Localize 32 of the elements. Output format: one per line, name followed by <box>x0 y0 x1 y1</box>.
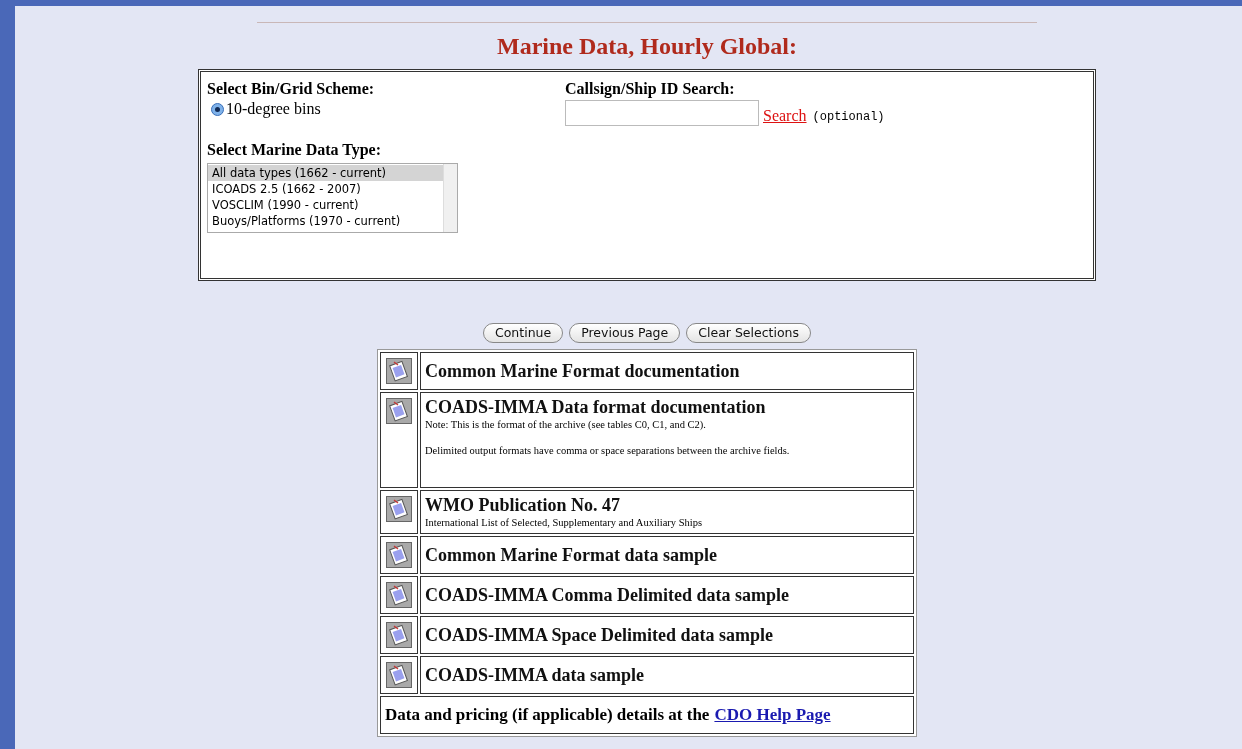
scrollbar-track[interactable] <box>443 164 457 232</box>
section-heading: Select Bin/Grid Scheme: <box>207 80 376 98</box>
document-note: Note: This is the format of the archive (see tables C0, C1, and C2). <box>425 418 707 431</box>
document-note: Delimited output formats have comma or space separations between the archive fields. <box>425 444 791 457</box>
section-heading: Callsign/Ship ID Search: <box>565 80 736 98</box>
document-icon[interactable] <box>386 358 412 384</box>
form-button[interactable]: Continue <box>482 323 564 343</box>
document-icon[interactable] <box>386 496 412 522</box>
callsign-input[interactable] <box>565 100 759 126</box>
document-icon[interactable] <box>386 582 412 608</box>
listbox-option[interactable]: Buoys/Platforms (1970 - current) <box>208 213 443 229</box>
optional-note: (optional) <box>812 109 885 126</box>
document-link[interactable]: WMO Publication No. 47 <box>425 494 909 516</box>
listbox-option[interactable]: VOSCLIM (1990 - current) <box>208 197 443 213</box>
section-heading: Select Marine Data Type: <box>207 141 383 159</box>
form-button[interactable]: Previous Page <box>569 323 681 343</box>
document-link[interactable]: COADS-IMMA Data format documentation <box>425 396 909 418</box>
document-icon[interactable] <box>386 662 412 688</box>
data-type-listbox[interactable]: All data types (1662 - current) ICOADS 2.5 (1662 - 2007) VOSCLIM (1990 - current) Buoys/Platforms (1970 - current) <box>207 163 458 233</box>
listbox-option[interactable]: ICOADS 2.5 (1662 - 2007) <box>208 181 443 197</box>
option-label: 10-degree bins <box>226 99 321 119</box>
document-icon[interactable] <box>386 622 412 648</box>
document-note: International List of Selected, Supplementary and Auxiliary Ships <box>425 516 704 529</box>
document-icon[interactable] <box>386 398 412 424</box>
help-page-link[interactable]: CDO Help Page <box>714 704 831 726</box>
listbox-option[interactable]: All data types (1662 - current) <box>208 165 443 181</box>
page-title: Marine Data, Hourly Global: <box>497 32 797 61</box>
document-icon[interactable] <box>386 542 412 568</box>
radio-button[interactable] <box>211 102 224 116</box>
search-link[interactable]: Search <box>763 106 807 126</box>
form-button[interactable]: Clear Selections <box>686 323 812 343</box>
footer-text: Data and pricing (if applicable) details at the <box>385 704 710 726</box>
